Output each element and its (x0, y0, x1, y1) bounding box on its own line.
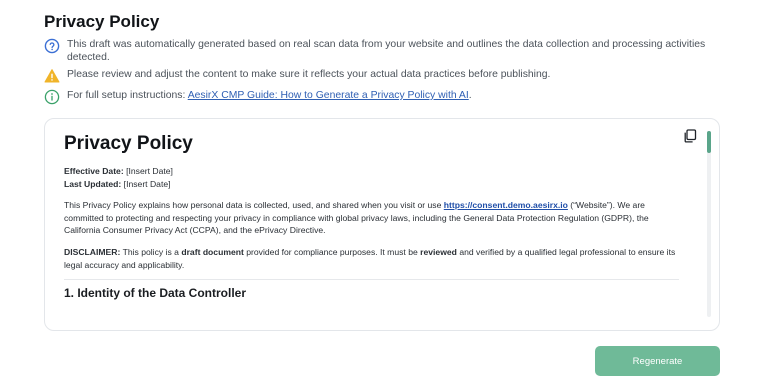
disclaimer-bold-draft: draft document (181, 246, 244, 257)
question-circle-icon (44, 38, 60, 54)
disclaimer-label: DISCLAIMER: (64, 246, 121, 257)
effective-date-label: Effective Date: (64, 166, 124, 176)
policy-document: Privacy Policy Effective Date: [Insert D… (64, 131, 679, 330)
disclaimer-text: provided for compliance purposes. It mus… (243, 246, 421, 257)
last-updated-value: [Insert Date] (121, 178, 171, 189)
notice-prefix: For full setup instructions: (67, 90, 188, 101)
effective-date-value: [Insert Date] (123, 166, 173, 176)
regenerate-button[interactable]: Regenerate (595, 346, 720, 376)
scrollbar[interactable] (707, 131, 711, 317)
notice-text: For full setup instructions: AesirX CMP … (67, 90, 472, 103)
disclaimer-paragraph: DISCLAIMER: This policy is a draft docum… (64, 246, 679, 271)
page-title: Privacy Policy (44, 12, 160, 31)
warning-triangle-icon (44, 69, 60, 83)
section-divider (64, 279, 679, 281)
effective-date-line: Effective Date: [Insert Date] (64, 165, 679, 178)
notice-auto-generated: This draft was automatically generated b… (44, 38, 734, 64)
disclaimer-text: This policy is a (120, 246, 182, 257)
notice-review-warning: Please review and adjust the content to … (44, 69, 734, 84)
privacy-policy-page: Privacy Policy This draft was automatica… (0, 0, 774, 384)
notice-text: Please review and adjust the content to … (67, 69, 551, 80)
policy-preview-card: Privacy Policy Effective Date: [Insert D… (44, 118, 720, 331)
website-link[interactable]: https://consent.demo.aesirx.io (444, 200, 568, 210)
aesirx-guide-link[interactable]: AesirX CMP Guide: How to Generate a Priv… (188, 90, 469, 101)
notice-suffix: . (468, 90, 472, 101)
section-heading: 1. Identity of the Data Controller (64, 286, 247, 301)
last-updated-line: Last Updated: [Insert Date] (64, 178, 679, 191)
intro-text: This Privacy Policy explains how persona… (64, 200, 444, 211)
notice-setup-instructions: For full setup instructions: AesirX CMP … (44, 89, 734, 105)
info-circle-icon (44, 89, 60, 105)
scrollbar-thumb[interactable] (707, 131, 711, 153)
copy-icon[interactable] (683, 129, 697, 143)
notice-text: This draft was automatically generated b… (67, 39, 706, 63)
last-updated-label: Last Updated: (64, 178, 122, 189)
disclaimer-bold-reviewed: reviewed (420, 246, 457, 257)
intro-paragraph: This Privacy Policy explains how persona… (64, 199, 679, 237)
document-title: Privacy Policy (64, 133, 193, 154)
